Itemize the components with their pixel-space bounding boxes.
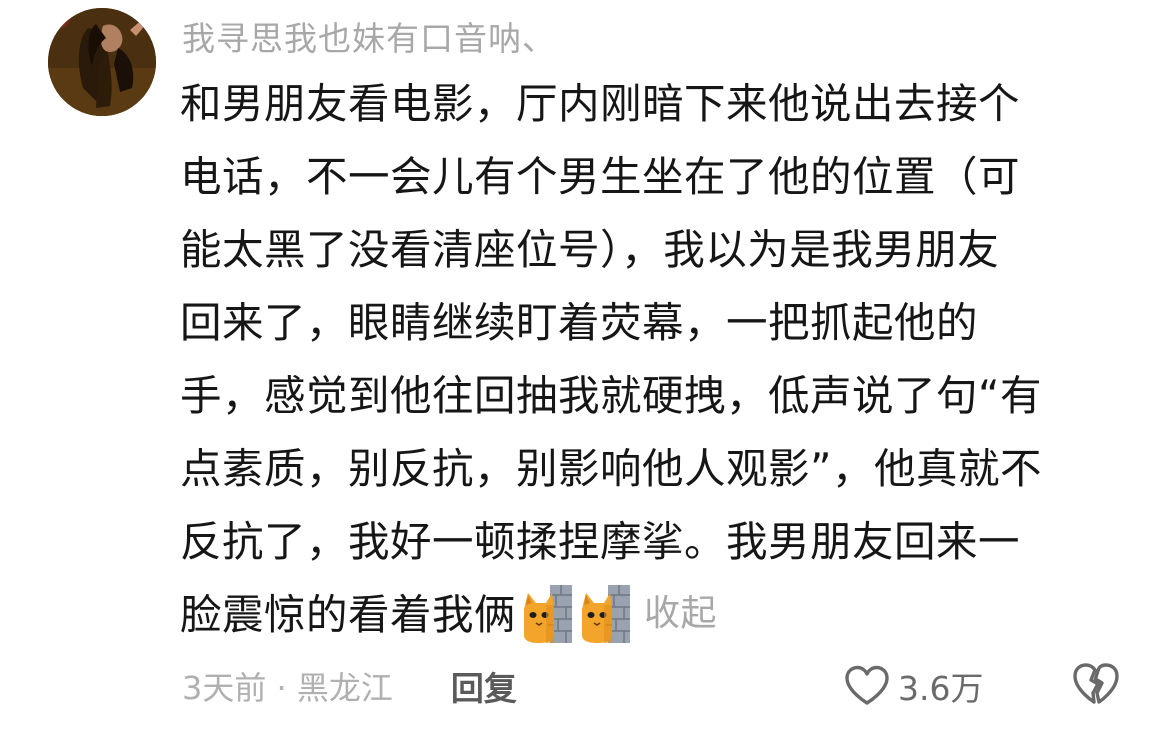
username[interactable]: 我寻思我也妹有口音呐、 [182, 12, 556, 60]
comment-line: 回来了，眼睛继续盯着荧幕，一把抓起他的 [180, 298, 979, 347]
comment-line: 反抗了，我好一顿揉捏摩挲。我男朋友回来一 [180, 517, 1021, 566]
avatar[interactable] [48, 8, 156, 116]
reply-button[interactable]: 回复 [451, 662, 517, 710]
avatar-image [48, 8, 156, 116]
like-button[interactable]: 3.6万 [844, 662, 983, 710]
comment-line: 能太黑了没看清座位号），我以为是我男朋友 [180, 225, 1000, 274]
comment-meta: 3天前 · 黑龙江 [182, 669, 393, 707]
comment-line: 点素质，别反抗，别影响他人观影”，他真就不 [180, 444, 1043, 493]
comment-line: 脸震惊的看着我俩 [180, 590, 517, 639]
comment-item: 我寻思我也妹有口音呐、 和男朋友看电影，厅内刚暗下来他说出去接个 电话，不一会儿… [0, 0, 1170, 740]
comment-line: 电话，不一会儿有个男生坐在了他的位置（可 [180, 152, 1021, 201]
like-count: 3.6万 [898, 669, 984, 708]
dislike-button[interactable] [1072, 662, 1120, 706]
wall-peek-cat-icon [580, 585, 632, 643]
broken-heart-icon [1073, 663, 1119, 704]
comment-content: 和男朋友看电影，厅内刚暗下来他说出去接个 电话，不一会儿有个男生坐在了他的位置（… [180, 74, 1130, 658]
comment-line: 和男朋友看电影，厅内刚暗下来他说出去接个 [180, 79, 1021, 128]
heart-icon [845, 665, 889, 705]
comment-footer: 3天前 · 黑龙江 回复 3.6万 [182, 660, 1142, 712]
comment-last-line: 脸震惊的看着我俩 收起 [180, 585, 1130, 658]
comment-line: 手，感觉到他往回抽我就硬拽，低声说了句“有 [180, 371, 1043, 420]
collapse-button[interactable]: 收起 [644, 593, 717, 634]
wall-peek-cat-icon [522, 585, 574, 643]
